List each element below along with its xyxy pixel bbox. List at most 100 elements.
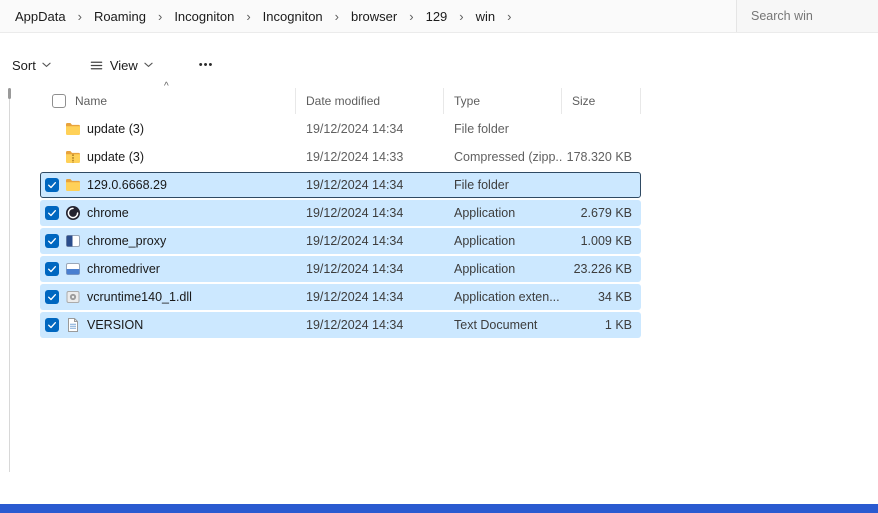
file-type: Compressed (zipp... [444,150,562,164]
table-row[interactable]: chromedriver 19/12/2024 14:34 Applicatio… [40,256,641,282]
file-name-cell: chromedriver [41,261,296,277]
column-header-type[interactable]: Type [443,88,561,114]
view-button[interactable]: View [79,51,163,80]
table-row[interactable]: update (3) 19/12/2024 14:33 Compressed (… [40,144,641,170]
column-header-type-label: Type [454,94,480,108]
breadcrumb-item-win[interactable]: win [471,6,501,27]
date-modified: 19/12/2024 14:34 [296,122,444,136]
file-name: update (3) [87,150,144,164]
chrome-app-icon [65,205,81,221]
table-row[interactable]: chrome_proxy 19/12/2024 14:34 Applicatio… [40,228,641,254]
breadcrumb-item-incogniton-2[interactable]: Incogniton [258,6,328,27]
row-checkbox[interactable] [45,234,59,248]
chevron-right-icon: › [452,9,470,24]
file-name: 129.0.6668.29 [87,178,167,192]
row-checkbox[interactable] [45,262,59,276]
file-name-cell: update (3) [41,149,296,165]
breadcrumb[interactable]: AppData › Roaming › Incogniton › Incogni… [0,0,736,32]
file-size: 34 KB [562,290,642,304]
app-icon [65,233,81,249]
more-options-button[interactable]: ••• [189,53,224,77]
row-checkbox[interactable] [45,206,59,220]
sort-button-label: Sort [12,58,36,73]
view-button-label: View [110,58,138,73]
date-modified: 19/12/2024 14:34 [296,262,444,276]
dll-icon [65,289,81,305]
chevron-right-icon: › [151,9,169,24]
file-type: File folder [444,122,562,136]
file-name-cell: chrome [41,205,296,221]
row-checkbox[interactable] [45,178,59,192]
file-type: Application [444,206,562,220]
file-type: Text Document [444,318,562,332]
file-name: chrome_proxy [87,234,166,248]
date-modified: 19/12/2024 14:33 [296,150,444,164]
search-input[interactable] [749,8,867,24]
file-type: Application [444,262,562,276]
file-name-cell: vcruntime140_1.dll [41,289,296,305]
command-toolbar: Sort View ••• [0,47,223,83]
table-row[interactable]: 129.0.6668.29 19/12/2024 14:34 File fold… [40,172,641,198]
column-header-date-modified[interactable]: Date modified [295,88,443,114]
breadcrumb-item-129[interactable]: 129 [421,6,453,27]
file-type: Application exten... [444,290,562,304]
file-size: 1.009 KB [562,234,642,248]
column-header-size-label: Size [572,94,595,108]
breadcrumb-item-appdata[interactable]: AppData [10,6,71,27]
file-name: update (3) [87,122,144,136]
zip-folder-icon [65,149,81,165]
folder-icon [65,177,81,193]
date-modified: 19/12/2024 14:34 [296,318,444,332]
file-name: chrome [87,206,129,220]
row-checkbox[interactable] [45,318,59,332]
address-bar: AppData › Roaming › Incogniton › Incogni… [0,0,878,33]
taskbar-strip [0,504,878,513]
chevron-down-icon [42,62,51,68]
chevron-right-icon: › [239,9,257,24]
file-size: 1 KB [562,318,642,332]
text-document-icon [65,317,81,333]
file-name-cell: update (3) [41,121,296,137]
table-row[interactable]: vcruntime140_1.dll 19/12/2024 14:34 Appl… [40,284,641,310]
file-name-cell: 129.0.6668.29 [41,177,296,193]
file-list: ^ Name Date modified Type Size update (3… [40,88,641,338]
file-name-cell: VERSION [41,317,296,333]
date-modified: 19/12/2024 14:34 [296,178,444,192]
file-name: VERSION [87,318,143,332]
table-row[interactable]: VERSION 19/12/2024 14:34 Text Document 1… [40,312,641,338]
file-size: 23.226 KB [562,262,642,276]
breadcrumb-item-incogniton[interactable]: Incogniton [169,6,239,27]
breadcrumb-item-browser[interactable]: browser [346,6,402,27]
file-size: 2.679 KB [562,206,642,220]
date-modified: 19/12/2024 14:34 [296,206,444,220]
file-name: chromedriver [87,262,160,276]
date-modified: 19/12/2024 14:34 [296,290,444,304]
app-icon [65,261,81,277]
breadcrumb-item-roaming[interactable]: Roaming [89,6,151,27]
file-name-cell: chrome_proxy [41,233,296,249]
pane-splitter[interactable] [9,88,10,472]
chevron-right-icon: › [71,9,89,24]
file-type: Application [444,234,562,248]
table-row[interactable]: update (3) 19/12/2024 14:34 File folder [40,116,641,142]
column-header-size[interactable]: Size [561,88,641,114]
chevron-right-icon: › [500,9,518,24]
table-row[interactable]: chrome 19/12/2024 14:34 Application 2.67… [40,200,641,226]
date-modified: 19/12/2024 14:34 [296,234,444,248]
chevron-right-icon: › [328,9,346,24]
file-size: 178.320 KB [562,150,642,164]
column-headers: ^ Name Date modified Type Size [40,88,641,114]
column-header-date-label: Date modified [306,94,380,108]
select-all-checkbox[interactable] [52,94,66,108]
scrollbar-thumb[interactable] [8,88,11,99]
search-box[interactable] [736,0,878,32]
file-type: File folder [444,178,562,192]
sort-button[interactable]: Sort [2,51,61,80]
chevron-down-icon [144,62,153,68]
sort-ascending-icon: ^ [164,81,169,92]
chevron-right-icon: › [402,9,420,24]
file-name: vcruntime140_1.dll [87,290,192,304]
row-checkbox[interactable] [45,290,59,304]
column-header-name-label: Name [75,94,107,108]
view-list-icon [89,58,104,73]
